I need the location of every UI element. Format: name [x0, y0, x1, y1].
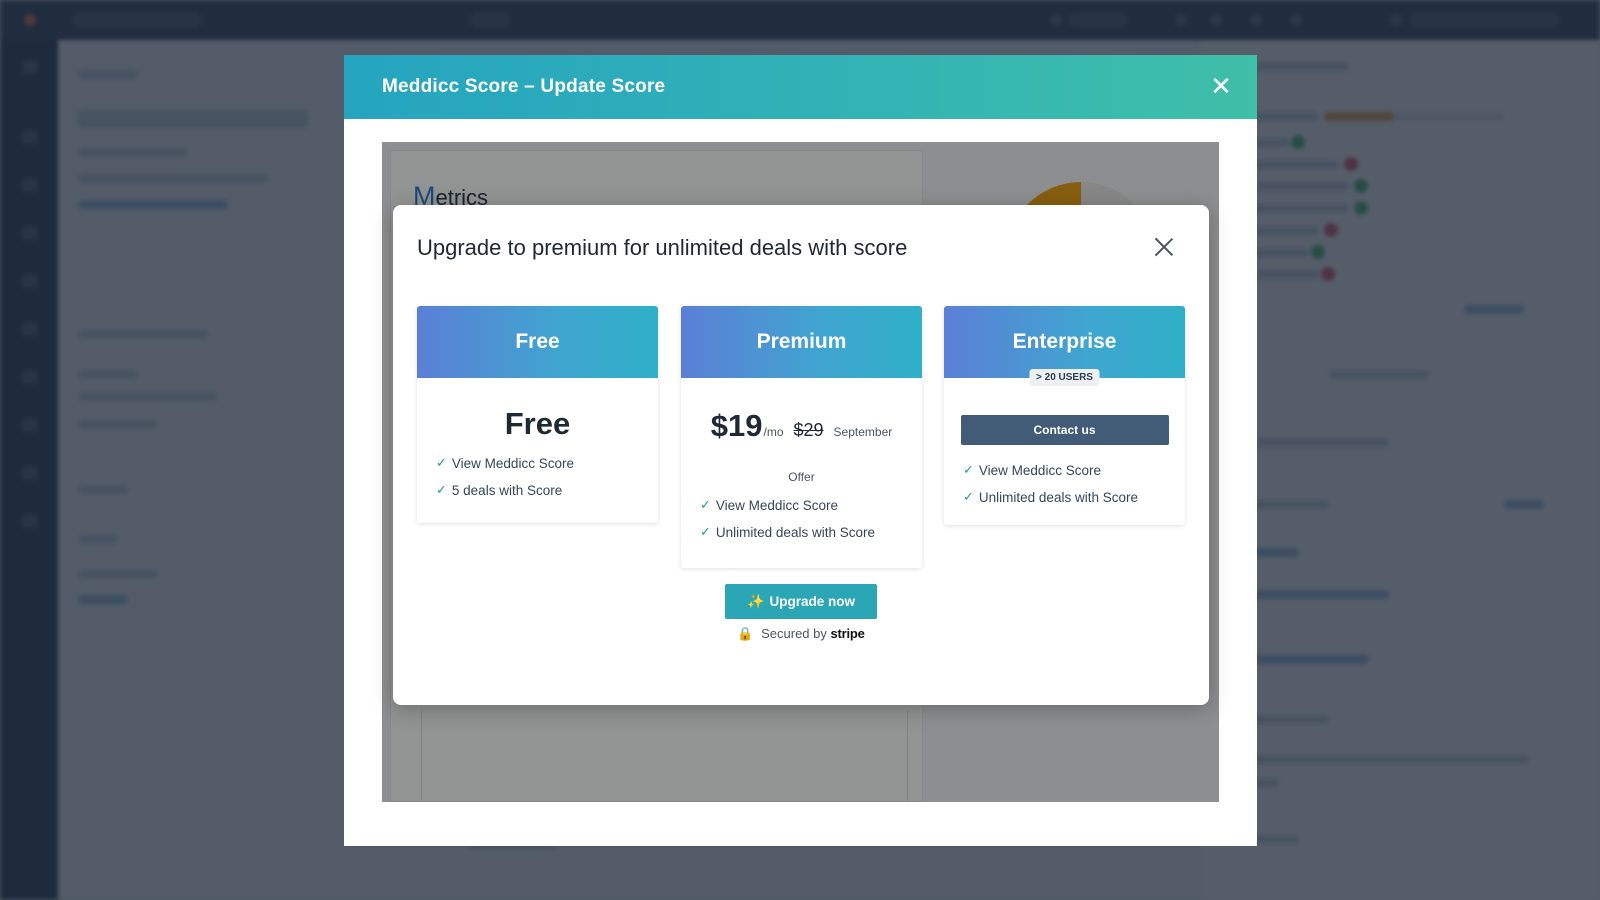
check-icon: ✓ [963, 490, 974, 505]
feature-item: ✓ Unlimited deals with Score [963, 490, 1185, 505]
check-icon: ✓ [963, 463, 974, 478]
feature-list: ✓ View Meddicc Score ✓ Unlimited deals wit… [944, 463, 1185, 505]
feature-item: ✓ View Meddicc Score [436, 456, 658, 471]
users-badge: > 20 USERS [1029, 369, 1100, 386]
plan-name: Enterprise [1012, 330, 1117, 353]
feature-label: View Meddicc Score [451, 456, 574, 471]
plan-price: Free [504, 406, 571, 441]
modal-title: Meddicc Score – Update Score [382, 76, 666, 97]
stripe-logo: stripe [830, 626, 865, 641]
check-icon: ✓ [436, 456, 447, 471]
plan-name: Premium [756, 330, 847, 353]
plan-header: Enterprise > 20 USERS [944, 306, 1185, 386]
check-icon: ✓ [436, 483, 447, 498]
plan-header: Premium [681, 306, 922, 378]
sparkle-icon: ✨ [747, 593, 765, 609]
lock-icon: 🔒 [737, 626, 754, 641]
plan-card-premium: Premium $19 /mo $29 September Offer ✓ Vie… [681, 306, 922, 568]
secured-by-stripe: 🔒 Secured by stripe [393, 626, 1209, 642]
plan-card-enterprise: Enterprise > 20 USERS Contact us ✓ View M… [944, 306, 1185, 525]
feature-list: ✓ View Meddicc Score ✓ 5 deals with Score [417, 456, 658, 498]
plan-price: $19 [710, 408, 763, 443]
feature-label: View Meddicc Score [715, 498, 838, 513]
feature-item: ✓ 5 deals with Score [436, 483, 658, 498]
feature-label: View Meddicc Score [978, 463, 1101, 478]
original-price: $29 [793, 420, 824, 440]
check-icon: ✓ [700, 498, 711, 513]
price-period: /mo [763, 425, 784, 439]
plan-card-free: Free Free ✓ View Meddicc Score ✓ 5 deals w… [417, 306, 658, 523]
feature-item: ✓ View Meddicc Score [963, 463, 1185, 478]
upgrade-button-label: Upgrade now [769, 594, 855, 609]
offer-label: September [833, 425, 893, 439]
feature-label: 5 deals with Score [451, 483, 563, 498]
feature-item: ✓ Unlimited deals with Score [700, 525, 922, 540]
contact-us-button[interactable]: Contact us [960, 415, 1169, 445]
check-icon: ✓ [700, 525, 711, 540]
modal-header: Meddicc Score – Update Score ✕ [344, 55, 1257, 119]
close-icon[interactable]: ✕ [1203, 69, 1239, 105]
feature-item: ✓ View Meddicc Score [700, 498, 922, 513]
offer-label-continued: Offer [788, 470, 815, 484]
upgrade-dialog-title: Upgrade to premium for unlimited deals w… [417, 235, 908, 260]
secured-label: Secured by [761, 626, 827, 641]
feature-label: Unlimited deals with Score [715, 525, 875, 540]
feature-label: Unlimited deals with Score [978, 490, 1138, 505]
plan-price-row: $19 /mo $29 September [681, 408, 922, 444]
upgrade-now-button[interactable]: ✨ Upgrade now [725, 584, 877, 619]
close-icon[interactable] [1153, 236, 1175, 258]
upgrade-premium-dialog: Upgrade to premium for unlimited deals w… [393, 205, 1209, 705]
feature-list: ✓ View Meddicc Score ✓ Unlimited deals wit… [681, 498, 922, 540]
plan-header: Free [417, 306, 658, 378]
plan-name: Free [515, 330, 560, 353]
